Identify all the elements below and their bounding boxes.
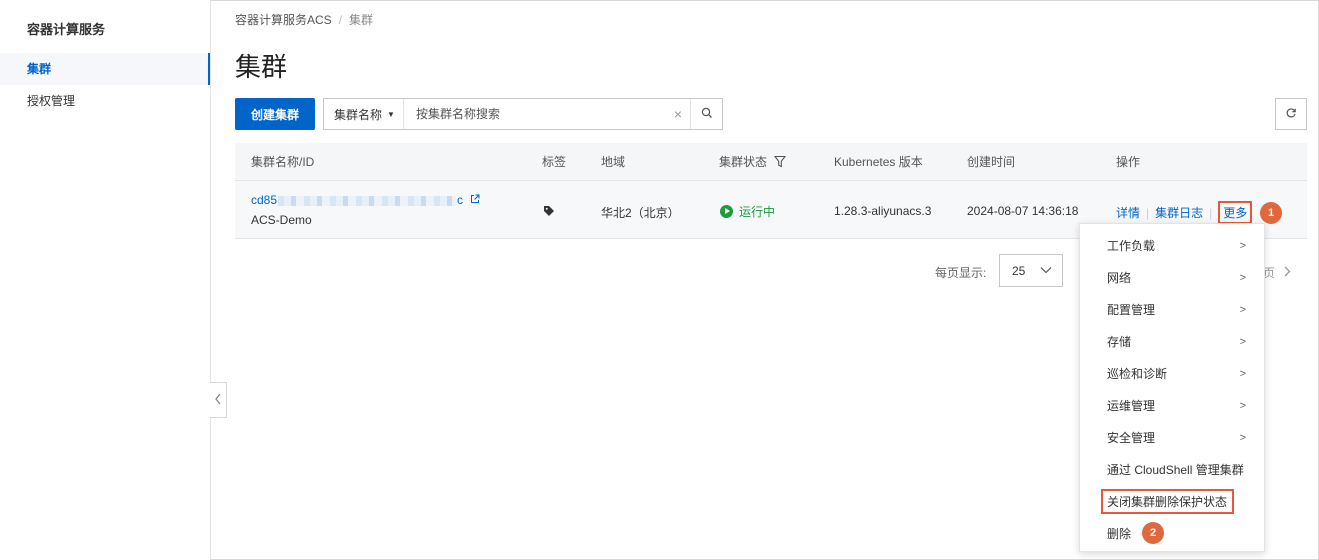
page-size-label: 每页显示:: [935, 266, 987, 280]
cluster-version: 1.28.3-aliyunacs.3: [834, 204, 932, 218]
running-status-icon: [720, 205, 733, 218]
sidebar: 容器计算服务 集群 授权管理: [0, 0, 211, 560]
more-actions-link[interactable]: 更多: [1223, 206, 1247, 220]
column-header-version: Kubernetes 版本: [834, 155, 923, 169]
chevron-left-icon: [214, 393, 222, 408]
menu-item-label: 网络: [1107, 271, 1132, 285]
redacted-id: [278, 195, 457, 206]
table-header: 集群名称/ID 标签 地域 集群状态 Kubernetes 版本 创建时间 操作: [235, 143, 1307, 181]
menu-item-inspection[interactable]: 巡检和诊断 >: [1080, 358, 1264, 390]
refresh-icon: [1285, 107, 1297, 122]
search-icon: [701, 107, 713, 122]
page-size-value: 25: [1012, 263, 1026, 278]
column-header-name: 集群名称/ID: [251, 155, 315, 169]
breadcrumb-separator: /: [338, 13, 343, 27]
sidebar-title: 容器计算服务: [27, 22, 106, 37]
column-header-status: 集群状态: [719, 155, 768, 169]
breadcrumb-root[interactable]: 容器计算服务ACS: [235, 13, 332, 27]
status-text: 运行中: [739, 205, 776, 219]
cluster-id-prefix[interactable]: cd85: [251, 193, 277, 207]
create-cluster-button[interactable]: 创建集群: [235, 98, 315, 130]
menu-item-config[interactable]: 配置管理 >: [1080, 294, 1264, 326]
menu-item-label: 安全管理: [1107, 431, 1156, 445]
chevron-right-icon: >: [1239, 304, 1246, 316]
cluster-log-link[interactable]: 集群日志: [1155, 206, 1203, 220]
column-header-actions: 操作: [1116, 155, 1141, 169]
breadcrumb-current: 集群: [349, 13, 374, 27]
sidebar-item-authorization[interactable]: 授权管理: [0, 85, 210, 117]
menu-item-label: 运维管理: [1107, 399, 1156, 413]
step-badge-2: 2: [1142, 522, 1164, 544]
menu-item-label: 工作负载: [1107, 239, 1156, 253]
menu-item-label: 配置管理: [1107, 303, 1156, 317]
column-header-region: 地域: [601, 155, 626, 169]
menu-item-workloads[interactable]: 工作负载 >: [1080, 230, 1264, 262]
chevron-down-icon: [1040, 263, 1052, 277]
search-field-select[interactable]: 集群名称 ▼: [324, 99, 404, 129]
cluster-created-time: 2024-08-07 14:36:18: [967, 204, 1079, 218]
cluster-name: ACS-Demo: [251, 213, 312, 227]
menu-item-label: 通过 CloudShell 管理集群: [1107, 463, 1244, 477]
menu-item-security[interactable]: 安全管理 >: [1080, 422, 1264, 454]
menu-item-cloudshell[interactable]: 通过 CloudShell 管理集群: [1080, 454, 1264, 486]
chevron-right-icon: >: [1239, 400, 1246, 412]
menu-item-label: 删除: [1107, 527, 1132, 541]
action-separator: |: [1146, 206, 1150, 220]
chevron-right-icon: >: [1239, 368, 1246, 380]
details-link[interactable]: 详情: [1116, 206, 1140, 220]
column-header-created: 创建时间: [967, 155, 1016, 169]
caret-down-icon: ▼: [387, 109, 395, 119]
row-actions: 详情 | 集群日志 | 更多: [1116, 201, 1253, 224]
sidebar-item-label: 授权管理: [27, 94, 76, 108]
tag-icon[interactable]: [543, 205, 555, 220]
step-badge-1: 1: [1260, 202, 1282, 224]
refresh-button[interactable]: [1275, 98, 1307, 130]
chevron-right-icon: >: [1239, 336, 1246, 348]
menu-item-label: 存储: [1107, 335, 1132, 349]
search-button[interactable]: [690, 99, 722, 129]
column-header-tags: 标签: [542, 155, 567, 169]
cluster-region: 华北2（北京）: [601, 206, 680, 220]
clear-icon[interactable]: ×: [666, 106, 690, 122]
menu-item-highlight-box: [1101, 489, 1234, 514]
search-bar: 集群名称 ▼ ×: [323, 98, 723, 130]
menu-item-label: 巡检和诊断: [1107, 367, 1168, 381]
external-link-icon[interactable]: [470, 193, 480, 207]
cluster-id-suffix[interactable]: c: [457, 193, 463, 207]
filter-icon[interactable]: [773, 155, 787, 171]
sidebar-collapse-handle[interactable]: [210, 382, 227, 418]
page-size-select[interactable]: 25: [999, 254, 1063, 287]
cluster-id[interactable]: cd85 c: [251, 193, 480, 207]
search-input[interactable]: [404, 99, 666, 129]
page-title: 集群: [235, 52, 288, 82]
action-separator: |: [1209, 206, 1213, 220]
chevron-right-icon: >: [1239, 272, 1246, 284]
sidebar-item-clusters[interactable]: 集群: [0, 53, 210, 85]
cluster-status: 运行中: [720, 203, 775, 220]
more-actions-highlight: 更多: [1218, 201, 1253, 224]
chevron-right-icon: >: [1239, 432, 1246, 444]
menu-item-storage[interactable]: 存储 >: [1080, 326, 1264, 358]
menu-item-delete[interactable]: 删除: [1080, 518, 1264, 550]
menu-item-network[interactable]: 网络 >: [1080, 262, 1264, 294]
chevron-right-icon: [1284, 266, 1291, 280]
search-field-label: 集群名称: [334, 107, 383, 122]
chevron-right-icon: >: [1239, 240, 1246, 252]
sidebar-item-label: 集群: [27, 62, 52, 76]
next-page-button[interactable]: 页: [1263, 264, 1291, 281]
menu-item-operations[interactable]: 运维管理 >: [1080, 390, 1264, 422]
breadcrumb: 容器计算服务ACS / 集群: [235, 11, 373, 28]
